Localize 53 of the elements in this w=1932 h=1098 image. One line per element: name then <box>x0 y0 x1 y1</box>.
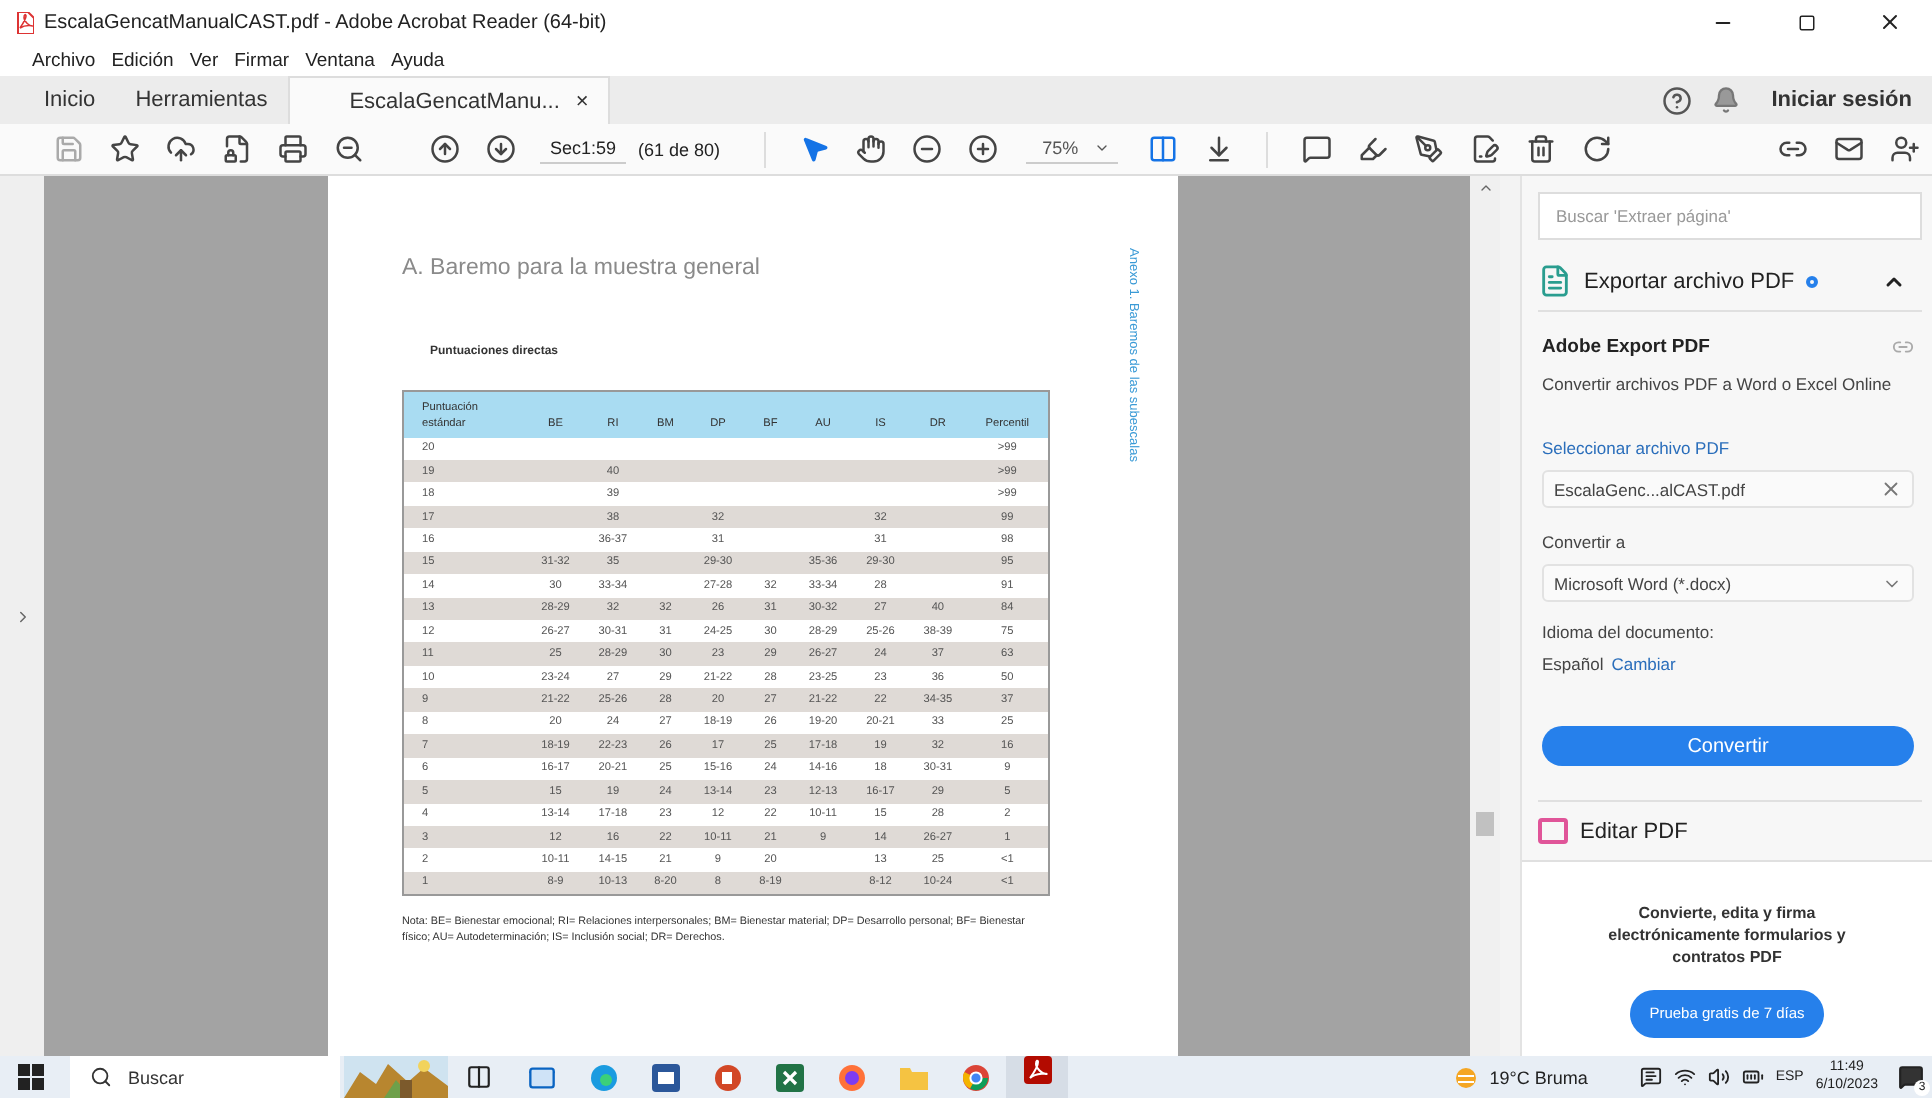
close-icon[interactable] <box>1878 10 1902 34</box>
tab[interactable]: EscalaGencatManu... × <box>287 76 611 124</box>
weather-text[interactable]: 19°C Bruma <box>1489 1067 1588 1087</box>
tab[interactable]: Herramientas <box>115 76 288 124</box>
clear-icon[interactable] <box>1880 478 1902 500</box>
format-dropdown[interactable]: Microsoft Word (*.docx) <box>1542 564 1914 602</box>
weather-icon <box>1453 1065 1478 1089</box>
bell-icon[interactable] <box>1711 86 1740 114</box>
menu-item[interactable]: Archivo <box>32 49 96 71</box>
menu-item[interactable]: Ventana <box>305 49 375 71</box>
scrollbar-thumb[interactable] <box>1476 812 1494 836</box>
help-icon[interactable] <box>1661 85 1692 115</box>
field-label: Convertir a <box>1542 532 1628 552</box>
menu-item[interactable]: Firmar <box>234 49 290 71</box>
menu-item[interactable]: Ayuda <box>390 49 445 71</box>
search-field[interactable]: Buscar 'Extraer página' <box>1538 192 1922 240</box>
panel-heading: Adobe Export PDF <box>1542 336 1710 358</box>
select-file-link[interactable]: Seleccionar archivo PDF <box>1542 438 1914 458</box>
scroll-up-icon[interactable] <box>1477 180 1493 196</box>
search-icon <box>90 1066 112 1088</box>
pdf-app-icon[interactable] <box>1006 1056 1068 1098</box>
battery-icon[interactable] <box>1741 1066 1764 1088</box>
menu-item[interactable]: Ver <box>189 49 219 71</box>
change-link[interactable]: Cambiar <box>1611 654 1676 674</box>
edit-pdf-icon <box>1538 818 1568 844</box>
section-title: A. Baremo para la muestra general <box>402 256 760 280</box>
promo-text: Convierte, edita y firma electrónicamente formularios y contratos PDF <box>1606 902 1848 970</box>
section-header[interactable]: Exportar archivo PDF <box>1584 269 1795 293</box>
tab[interactable]: Inicio <box>24 76 116 124</box>
volume-icon[interactable] <box>1707 1066 1730 1088</box>
caret-icon <box>1094 140 1111 156</box>
language-text: Español <box>1542 654 1604 674</box>
taskbar-search-field[interactable]: Buscar <box>70 1056 340 1098</box>
section-header[interactable]: Editar PDF <box>1580 819 1688 843</box>
status-dot-icon <box>1806 275 1819 287</box>
window-title: EscalaGencatManualCAST.pdf - Adobe Acrobat Reader (64-bit) <box>44 11 607 33</box>
pdf-file-icon <box>16 11 34 33</box>
description-text: Convertir archivos PDF a Word o Excel Online <box>1542 374 1894 394</box>
page-field[interactable]: Sec1:59 <box>540 134 627 164</box>
field-label: Idioma del documento: <box>1542 622 1716 642</box>
maximize-icon[interactable] <box>1797 13 1815 31</box>
menu-item[interactable]: Edición <box>111 49 174 71</box>
zoom-dropdown[interactable]: 75% <box>1026 134 1119 164</box>
close-tab-icon[interactable]: × <box>575 89 589 113</box>
file-field[interactable]: EscalaGenc...alCAST.pdf <box>1542 470 1914 508</box>
export-file-icon <box>1538 264 1572 298</box>
notifications-icon[interactable] <box>1898 1064 1924 1090</box>
convert-button[interactable]: Convertir <box>1542 726 1914 766</box>
link-icon <box>1892 336 1914 358</box>
chat-icon[interactable] <box>1639 1066 1662 1088</box>
page-count: (61 de 80) <box>638 139 721 159</box>
wifi-icon[interactable] <box>1673 1066 1696 1088</box>
sign-in-link[interactable]: Iniciar sesión <box>1771 88 1912 112</box>
